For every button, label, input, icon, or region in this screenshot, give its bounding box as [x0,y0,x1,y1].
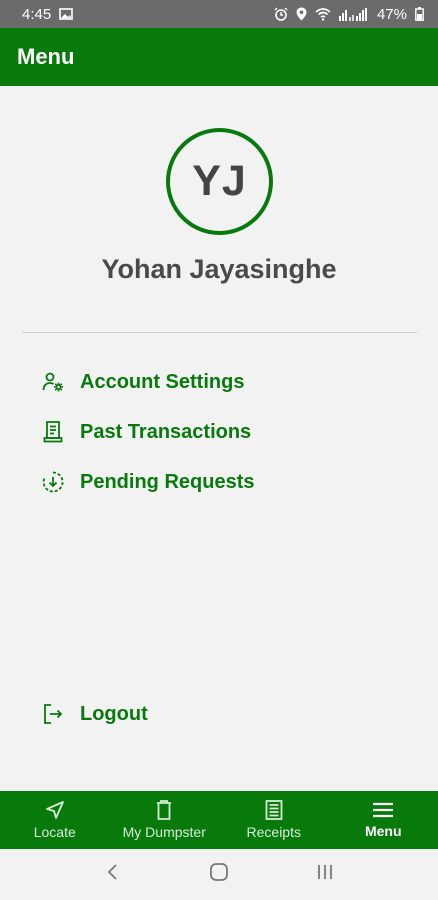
receipt-icon [40,419,66,445]
menu-item-label: Past Transactions [80,420,252,443]
logout-label: Logout [80,702,148,725]
logout-button[interactable]: Logout [40,697,148,731]
nav-item-label: Receipts [246,824,301,840]
receipt-list-icon [265,800,283,820]
hamburger-menu-icon [372,801,394,819]
nav-item-label: Locate [33,824,76,840]
status-bar: 4:45 47% [0,0,438,28]
battery-percent: 47% [376,5,407,23]
user-name: Yohan Jayasinghe [101,254,337,284]
page-title: Menu [17,44,75,69]
bottom-nav: Locate My Dumpster Receipts Menu [0,791,438,849]
menu-item-past-transactions[interactable]: Past Transactions [40,415,251,449]
menu-item-pending-requests[interactable]: Pending Requests [40,465,254,499]
home-square-icon [209,862,229,887]
avatar-initials: YJ [192,157,247,205]
battery-icon [415,7,424,21]
chevron-left-icon [107,863,119,886]
menu-item-account-settings[interactable]: Account Settings [40,365,244,399]
image-icon [59,8,74,20]
trash-bin-icon [155,800,173,820]
nav-item-my-dumpster[interactable]: My Dumpster [110,791,220,849]
system-home-button[interactable] [199,855,239,895]
status-bar-right: 47% [274,6,424,23]
signal-icon [338,7,369,21]
navigation-arrow-icon [45,800,65,820]
system-back-button[interactable] [93,855,133,895]
nav-item-label: My Dumpster [122,824,206,840]
status-bar-left: 4:45 [22,5,74,23]
nav-item-menu[interactable]: Menu [329,791,438,849]
menu-item-label: Pending Requests [80,470,255,493]
system-recents-button[interactable] [305,855,345,895]
account-settings-icon [40,369,66,395]
app-bar: Menu [0,28,438,86]
alarm-icon [274,7,288,21]
nav-item-locate[interactable]: Locate [0,791,110,849]
recents-icon [315,863,335,886]
status-time: 4:45 [22,5,52,23]
wifi-icon [315,7,331,21]
pending-download-icon [40,469,66,495]
system-nav-bar [0,849,438,900]
menu-item-label: Account Settings [80,370,245,393]
nav-item-label: Menu [364,823,402,839]
nav-item-receipts[interactable]: Receipts [219,791,329,849]
divider [22,332,417,333]
avatar: YJ [166,128,273,235]
logout-icon [40,701,66,727]
location-icon [296,7,307,21]
